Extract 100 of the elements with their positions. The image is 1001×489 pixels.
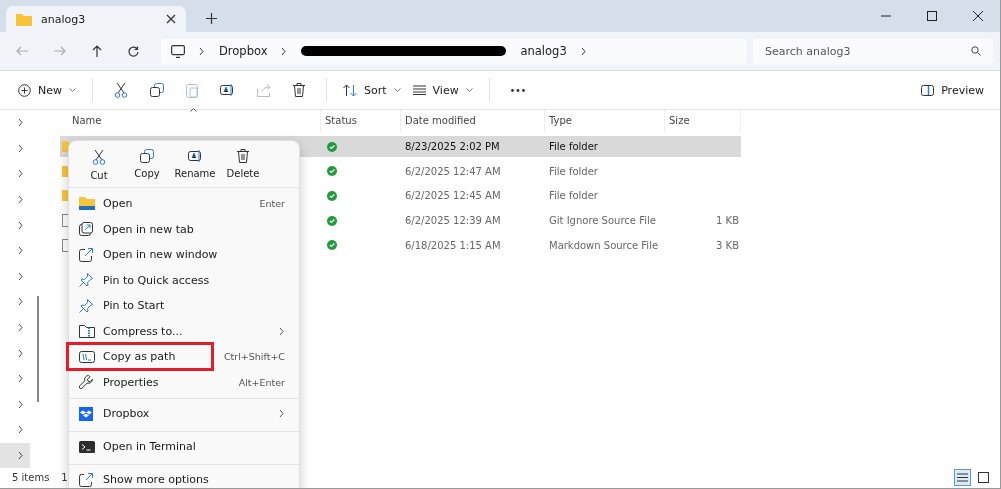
back-arrow-icon[interactable] <box>16 46 28 56</box>
sync-check-icon <box>327 141 337 152</box>
refresh-icon[interactable] <box>128 45 139 57</box>
close-icon[interactable] <box>166 14 176 24</box>
pin-icon <box>79 273 93 288</box>
preview-button[interactable]: Preview <box>915 76 990 104</box>
chevron-icon[interactable] <box>281 46 288 56</box>
menu-action-button[interactable]: Cut <box>75 149 123 187</box>
search-icon <box>971 46 981 56</box>
column-header[interactable]: Name <box>60 110 321 132</box>
dropdown-caret-icon <box>465 88 473 92</box>
path-icon <box>79 350 95 363</box>
column-header[interactable]: Size <box>665 110 741 132</box>
folder-tab[interactable]: analog3 <box>6 6 186 32</box>
dropdown-caret-icon <box>393 88 401 92</box>
menu-item[interactable]: Pin to Start <box>69 293 299 319</box>
wrench-icon <box>79 375 93 390</box>
menu-item[interactable]: Compress to... <box>69 318 299 344</box>
chevron-icon <box>18 374 24 384</box>
table-cell-text: 6/2/2025 12:47 AM <box>404 165 502 177</box>
cut-icon <box>92 149 106 165</box>
external-window-icon <box>79 247 93 262</box>
terminal-icon <box>79 440 95 453</box>
pin-icon <box>79 298 93 313</box>
rename-icon[interactable] <box>220 83 235 97</box>
chevron-icon <box>18 143 24 153</box>
chevron-icon <box>18 425 24 435</box>
new-tab-icon <box>79 222 93 237</box>
panel-icon <box>921 84 935 96</box>
menu-item[interactable]: Show more options <box>69 464 299 488</box>
share-icon <box>257 83 271 97</box>
list-icon <box>957 472 968 482</box>
new-button[interactable]: New <box>12 76 82 104</box>
status-text: 5 items <box>12 471 50 483</box>
file-row[interactable]: 6/2/2025 12:39 AM Git Ignore Source File 1 KB <box>321 210 741 232</box>
cut-icon[interactable] <box>114 82 128 98</box>
sort-button[interactable]: Sort <box>337 76 407 104</box>
details-view-button[interactable] <box>954 468 971 486</box>
table-cell-text: 8/23/2025 2:02 PM <box>404 141 501 152</box>
chevron-icon <box>18 451 24 460</box>
trash-icon[interactable] <box>293 83 305 97</box>
chevron-icon[interactable] <box>580 46 587 56</box>
more-options-icon[interactable] <box>510 88 525 92</box>
plus-circle-icon <box>18 83 31 97</box>
menu-item[interactable]: Open in new tab <box>69 216 299 242</box>
dropbox-icon <box>79 406 93 421</box>
menu-action-button[interactable]: Delete <box>219 149 267 187</box>
table-cell-text: 1 KB <box>715 215 740 227</box>
sort-caret-icon <box>190 108 197 112</box>
menu-item[interactable]: Dropbox <box>69 398 299 428</box>
folder-icon <box>79 197 95 211</box>
forward-arrow-icon[interactable] <box>54 46 66 56</box>
sort-arrows-icon <box>343 83 357 97</box>
menu-action-button[interactable]: Rename <box>171 149 219 187</box>
view-button[interactable]: View <box>406 76 479 104</box>
dropdown-caret-icon <box>69 88 76 92</box>
chevron-icon <box>18 348 24 358</box>
expand-window-icon <box>79 472 93 487</box>
chevron-icon[interactable] <box>199 46 205 56</box>
monitor-icon <box>171 44 185 58</box>
column-header[interactable]: Type <box>545 110 665 132</box>
maximize-icon[interactable] <box>927 11 937 21</box>
table-cell-text: Git Ignore Source File <box>548 215 657 227</box>
column-header[interactable]: Date modified <box>401 110 545 132</box>
breadcrumb-item[interactable]: analog3 <box>520 44 567 58</box>
menu-item[interactable]: Pin to Quick access <box>69 267 299 293</box>
scrollbar[interactable] <box>37 296 39 402</box>
address-bar[interactable]: Dropbox analog3 <box>161 38 747 64</box>
status-text: 1 <box>61 471 68 483</box>
new-tab-icon[interactable] <box>206 13 217 24</box>
table-cell-text: 3 KB <box>715 239 740 251</box>
file-row[interactable]: 6/2/2025 12:47 AM File folder <box>321 160 741 182</box>
table-cell-text: 6/2/2025 12:39 AM <box>404 215 502 227</box>
menu-action-button[interactable]: Copy <box>123 149 171 187</box>
menu-item[interactable]: Open in Terminal <box>69 431 299 461</box>
table-cell-text: 6/18/2025 1:15 AM <box>404 239 502 251</box>
file-row[interactable]: 8/23/2025 2:02 PM File folder <box>321 136 741 157</box>
close-icon[interactable] <box>973 11 983 21</box>
chevron-icon <box>18 118 24 128</box>
table-cell-text: Markdown Source File <box>548 239 660 251</box>
file-row[interactable]: 6/2/2025 12:45 AM File folder <box>321 185 741 207</box>
folder-icon <box>16 12 32 26</box>
breadcrumb-item[interactable]: Dropbox <box>219 44 268 58</box>
menu-item[interactable]: Open in new window <box>69 242 299 268</box>
file-row[interactable]: 6/18/2025 1:15 AM Markdown Source File 3 KB <box>321 234 741 256</box>
chevron-icon <box>18 169 24 179</box>
chevron-icon <box>18 323 24 333</box>
table-cell-text: File folder <box>548 165 599 177</box>
menu-item[interactable]: Properties Alt+Enter <box>69 369 299 395</box>
column-header[interactable]: Status <box>321 110 401 132</box>
menu-item[interactable]: Copy as path Ctrl+Shift+C <box>69 344 299 370</box>
copy-icon[interactable] <box>150 83 164 97</box>
up-arrow-icon[interactable] <box>92 45 102 57</box>
square-icon <box>978 471 989 483</box>
search-field[interactable]: Search analog3 <box>753 38 993 64</box>
table-cell-text: 6/2/2025 12:45 AM <box>404 190 502 202</box>
menu-item[interactable]: Open Enter <box>69 191 299 217</box>
copy-icon <box>140 149 154 163</box>
archive-folder-icon <box>79 324 95 338</box>
lines-icon <box>412 85 426 95</box>
